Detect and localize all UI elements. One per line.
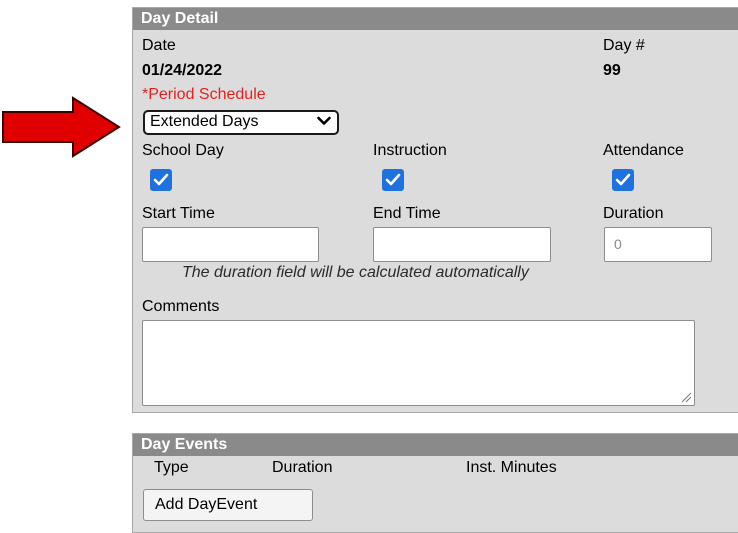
period-schedule-label: *Period Schedule	[142, 86, 266, 103]
end-time-label: End Time	[373, 205, 441, 222]
school-day-label: School Day	[142, 142, 224, 159]
start-time-input[interactable]	[142, 227, 319, 262]
checkmark-icon	[385, 173, 401, 186]
date-value: 01/24/2022	[142, 62, 223, 79]
school-day-checkbox[interactable]	[150, 169, 172, 191]
chevron-down-icon	[317, 116, 331, 125]
date-label: Date	[142, 37, 176, 54]
day-number-value: 99	[603, 62, 621, 79]
day-detail-header: Day Detail	[133, 8, 738, 30]
attendance-label: Attendance	[603, 142, 684, 159]
add-day-event-button[interactable]: Add DayEvent	[143, 489, 313, 521]
instruction-label: Instruction	[373, 142, 447, 159]
column-header-inst-minutes: Inst. Minutes	[466, 459, 557, 476]
duration-label: Duration	[603, 205, 664, 222]
period-schedule-selected-value: Extended Days	[150, 113, 259, 130]
checkmark-icon	[153, 173, 169, 186]
end-time-input[interactable]	[373, 227, 551, 262]
start-time-label: Start Time	[142, 205, 215, 222]
comments-label: Comments	[142, 298, 220, 315]
period-schedule-select[interactable]: Extended Days	[143, 110, 339, 135]
column-header-type: Type	[154, 459, 189, 476]
checkmark-icon	[615, 173, 631, 186]
duration-input: 0	[604, 227, 712, 262]
annotation-arrow	[2, 96, 121, 158]
resize-handle-icon[interactable]	[680, 391, 692, 403]
instruction-checkbox[interactable]	[382, 169, 404, 191]
comments-textarea[interactable]	[142, 320, 695, 406]
column-header-duration: Duration	[272, 459, 333, 476]
duration-hint: The duration field will be calculated au…	[182, 264, 529, 281]
day-detail-panel: Day Detail Date 01/24/2022 Day # 99 *Per…	[132, 7, 738, 413]
day-events-header: Day Events	[133, 434, 738, 456]
day-events-panel: Day Events Type Duration Inst. Minutes A…	[132, 433, 738, 533]
attendance-checkbox[interactable]	[612, 169, 634, 191]
day-number-label: Day #	[603, 37, 645, 54]
